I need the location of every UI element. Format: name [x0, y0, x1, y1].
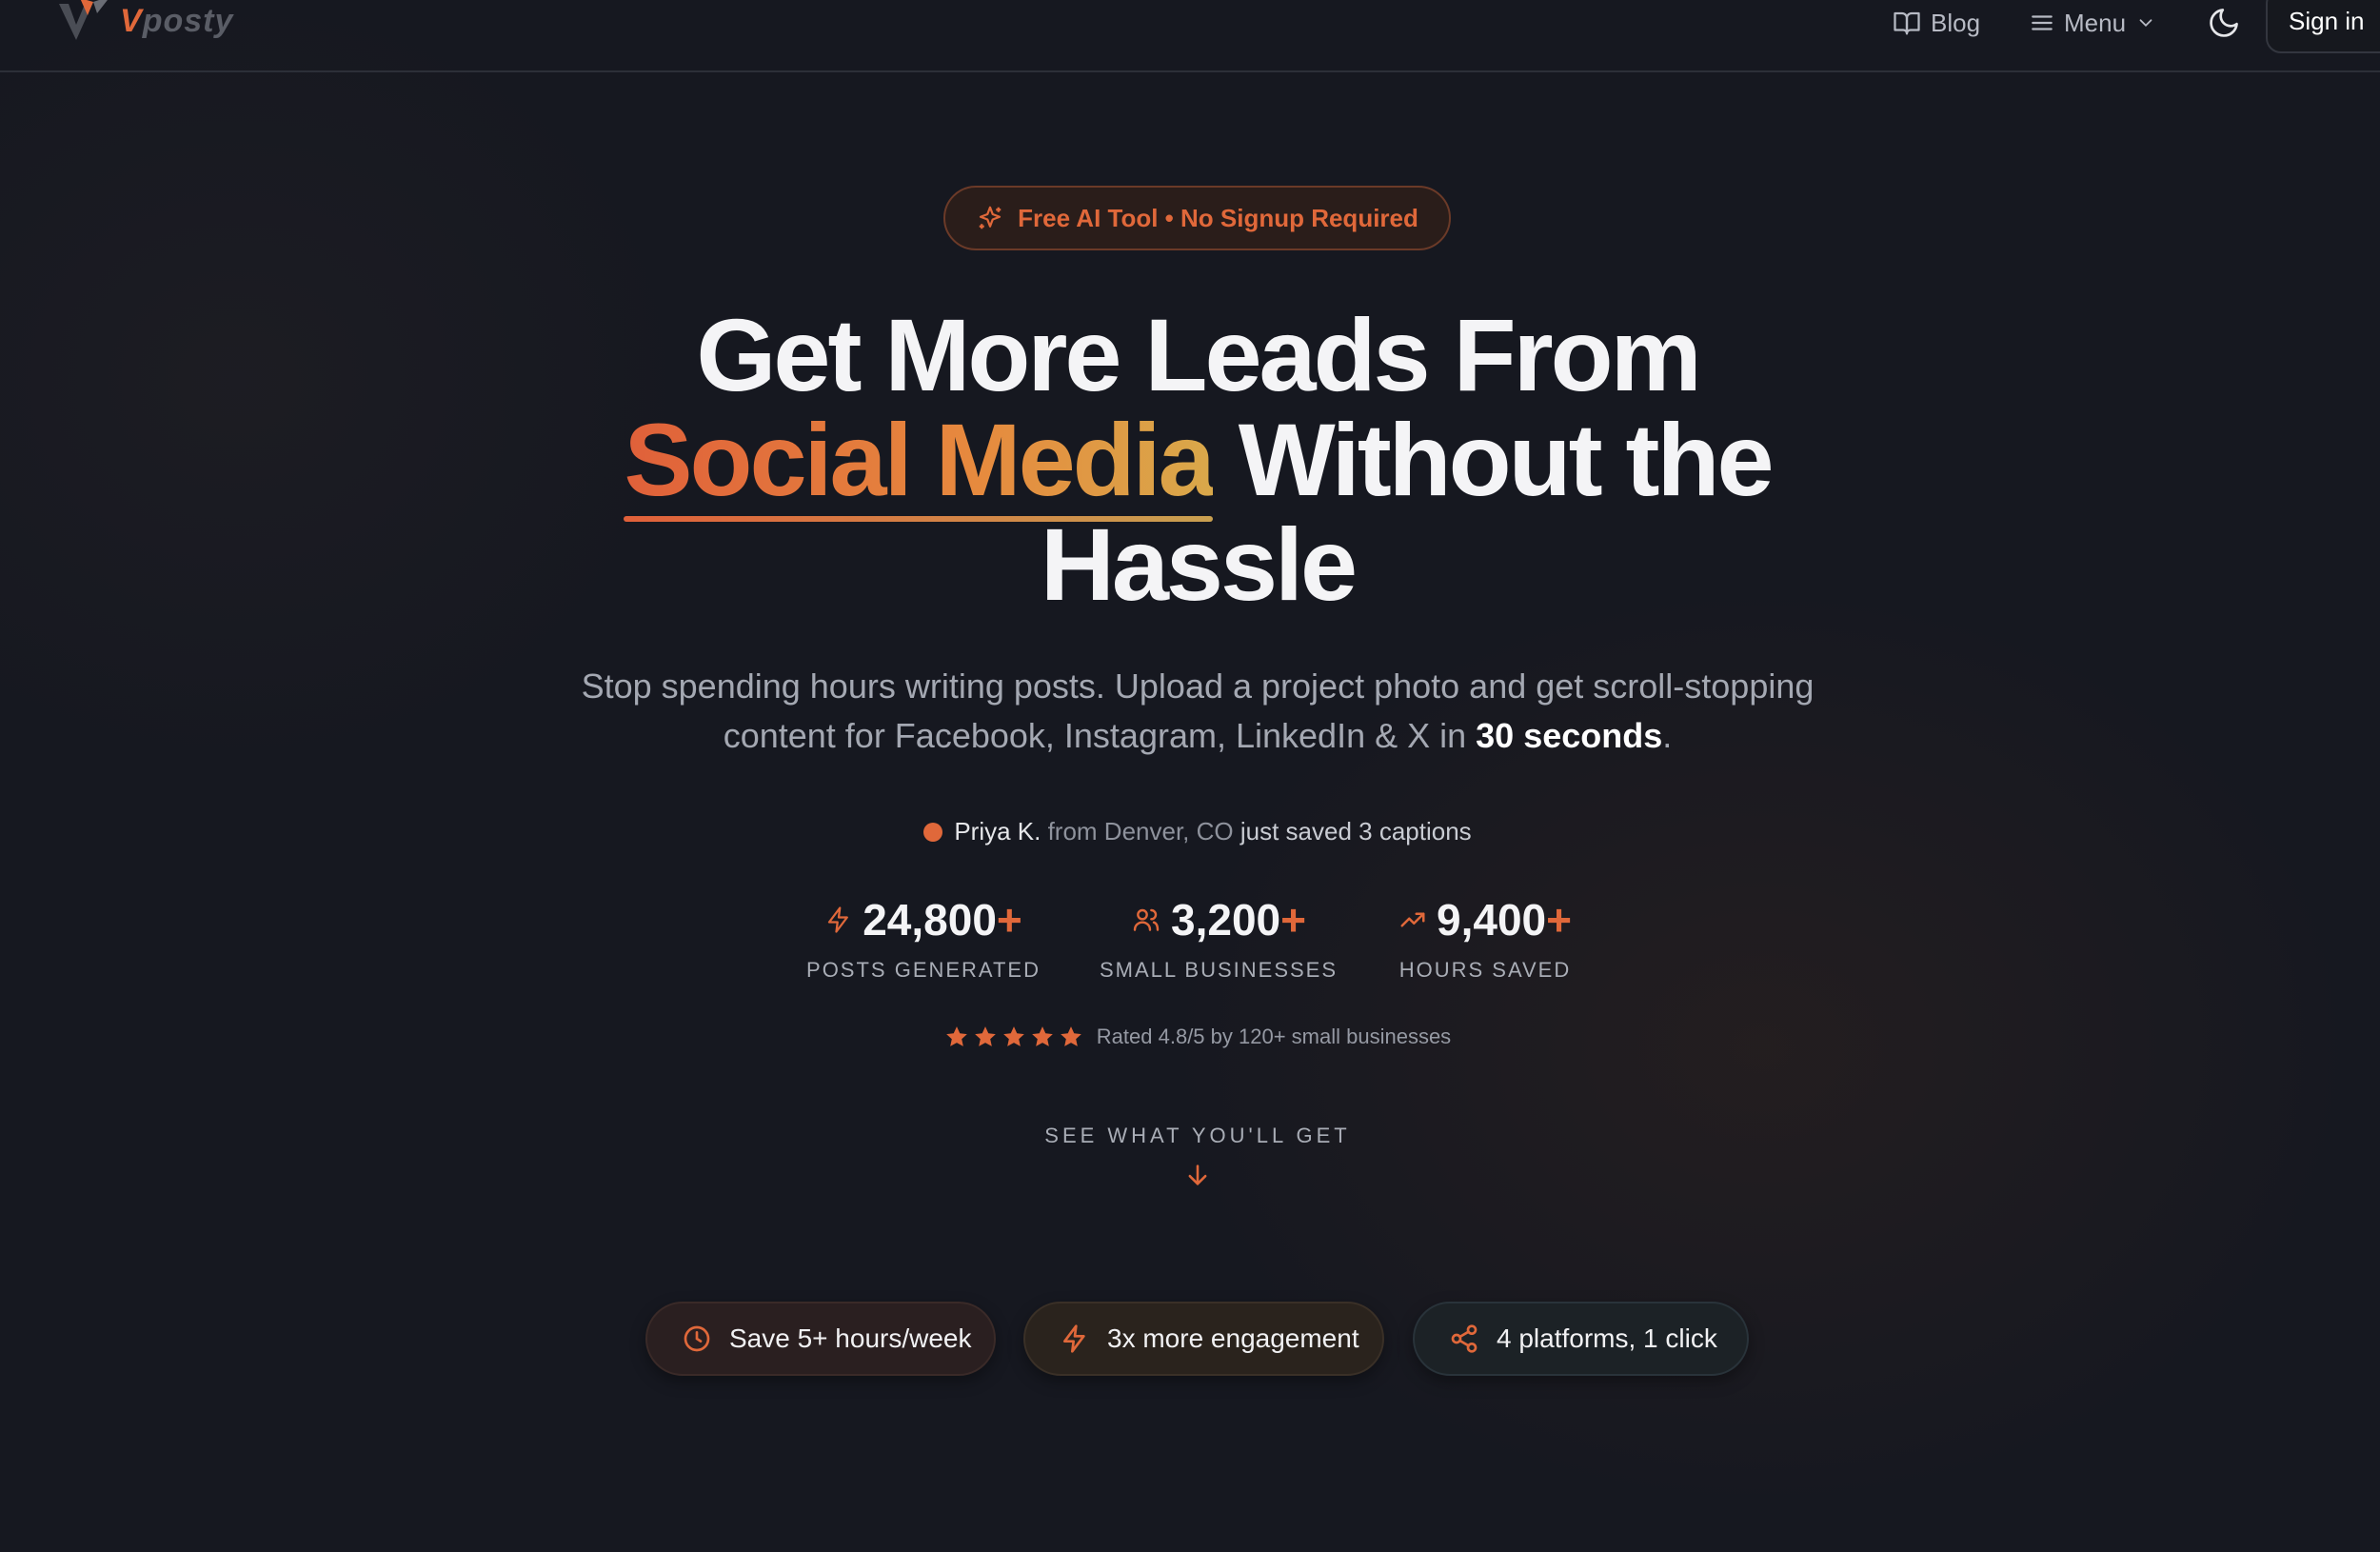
- sign-in-button[interactable]: Sign in: [2266, 0, 2380, 53]
- moon-icon[interactable]: [2207, 6, 2241, 40]
- badge-label: Free AI Tool • No Signup Required: [1018, 203, 1418, 232]
- activity-name: Priya K.: [954, 817, 1041, 846]
- stat-label: HOURS SAVED: [1398, 958, 1572, 982]
- live-activity: Priya K. from Denver, CO just saved 3 ca…: [0, 817, 2380, 846]
- star-icon: [945, 1026, 967, 1046]
- stat-value: 24,800: [863, 895, 997, 945]
- rating-text: Rated 4.8/5 by 120+ small businesses: [1096, 1025, 1452, 1048]
- logo-mark-icon: [59, 0, 108, 40]
- subtitle-emphasis: 30 seconds: [1476, 716, 1663, 755]
- stat-label: POSTS GENERATED: [806, 958, 1041, 982]
- nav-menu-label: Menu: [2064, 8, 2127, 37]
- chevron-down-icon: [2139, 19, 2152, 28]
- hero-subtitle: Stop spending hours writing posts. Uploa…: [581, 667, 1815, 755]
- stat-value: 3,200: [1171, 895, 1281, 945]
- users-icon: [1133, 908, 1160, 931]
- headline-line-2: Social Media Without the: [476, 408, 1919, 522]
- pill-label: 3x more engagement: [1107, 1323, 1359, 1353]
- stat-hours-saved: 9,400+ HOURS SAVED: [1371, 893, 1599, 983]
- arrow-down-icon[interactable]: [1184, 1162, 1211, 1188]
- activity-action: just saved 3 captions: [1240, 817, 1472, 846]
- logo-text: Vposty: [120, 2, 234, 39]
- live-dot: [923, 823, 943, 842]
- nav-blog-link[interactable]: Blog: [1893, 2, 1980, 44]
- activity-location: from Denver, CO: [1047, 817, 1234, 846]
- nav-menu-dropdown[interactable]: Menu: [2030, 2, 2156, 44]
- logo[interactable]: Vposty: [55, 0, 233, 50]
- hamburger-icon: [2032, 15, 2053, 30]
- headline-line-1: Get More Leads From: [696, 297, 1701, 412]
- accent-underline: [624, 516, 1213, 522]
- sparkle-icon: [979, 206, 1002, 229]
- rating-row: Rated 4.8/5 by 120+ small businesses: [0, 1025, 2380, 1049]
- headline-line-3: Hassle: [1040, 507, 1358, 622]
- bolt-icon: [1063, 1324, 1085, 1353]
- benefit-pill-time: Save 5+ hours/week: [645, 1302, 996, 1376]
- headline-after-accent: Without the: [1238, 402, 1775, 517]
- pill-label: 4 platforms, 1 click: [1497, 1323, 1717, 1353]
- stat-small-businesses: 3,200+ SMALL BUSINESSES: [1085, 893, 1352, 983]
- stat-value: 9,400: [1437, 895, 1547, 945]
- star-icon: [1031, 1026, 1053, 1046]
- stat-label: SMALL BUSINESSES: [1099, 958, 1339, 982]
- nav-blog-label: Blog: [1931, 8, 1981, 37]
- benefit-pill-engagement: 3x more engagement: [1023, 1302, 1384, 1376]
- star-icon: [1060, 1026, 1081, 1046]
- star-icon: [974, 1026, 996, 1046]
- share-icon: [1451, 1324, 1478, 1353]
- benefit-pill-platforms: 4 platforms, 1 click: [1413, 1302, 1749, 1376]
- stat-posts-generated: 24,800+ POSTS GENERATED: [790, 893, 1057, 983]
- see-more-link[interactable]: SEE WHAT YOU'LL GET: [0, 1124, 2380, 1148]
- sign-in-label: Sign in: [2289, 6, 2365, 35]
- headline-accent: Social Media: [624, 408, 1213, 522]
- pill-label: Save 5+ hours/week: [729, 1323, 972, 1353]
- clock-icon: [684, 1325, 710, 1352]
- trending-up-icon: [1400, 912, 1425, 927]
- star-icon: [1002, 1026, 1024, 1046]
- bolt-icon: [828, 906, 849, 933]
- hero-headline: Get More Leads From Social Media Without…: [476, 303, 1919, 617]
- book-icon: [1894, 11, 1920, 35]
- top-navbar: Vposty Blog Menu Sign in: [0, 0, 2380, 72]
- free-tool-badge: Free AI Tool • No Signup Required: [943, 186, 1451, 250]
